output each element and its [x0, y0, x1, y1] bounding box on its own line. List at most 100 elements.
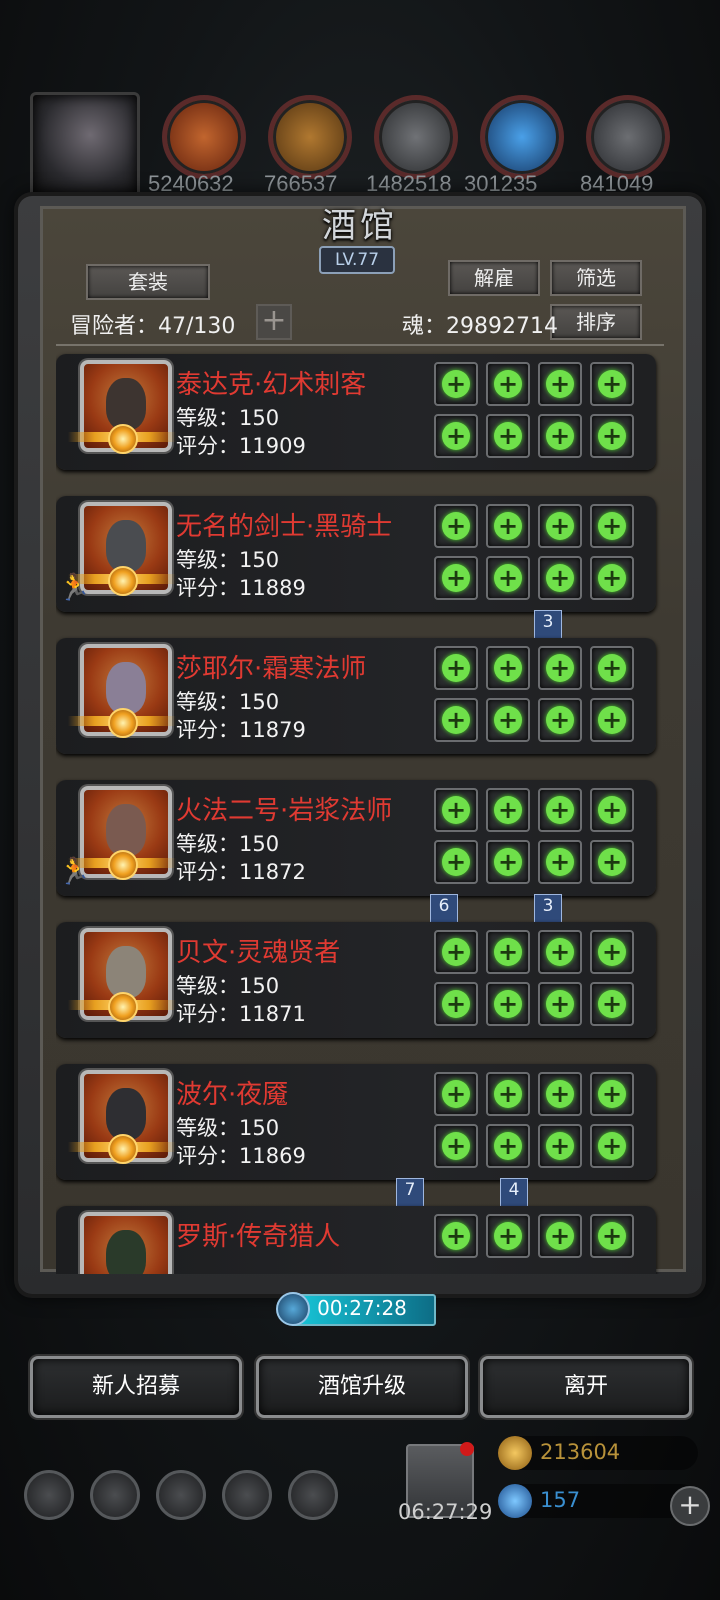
hero-list[interactable]: 泰达克·幻术刺客 等级：150 评分：11909 + + + + + + + +… — [56, 348, 664, 1274]
equip-slot[interactable]: + — [434, 362, 478, 406]
equip-slot[interactable]: + — [590, 1124, 634, 1168]
equip-slot[interactable]: + — [538, 1072, 582, 1116]
plus-icon: + — [546, 706, 574, 734]
settings-icon[interactable] — [24, 1470, 74, 1520]
filter-button[interactable]: 筛选 — [550, 260, 642, 296]
equip-slot[interactable]: + — [486, 1072, 530, 1116]
equip-slot[interactable]: + — [434, 930, 478, 974]
tavern-icon[interactable] — [156, 1470, 206, 1520]
plus-icon: + — [598, 512, 626, 540]
equip-slot[interactable]: + — [590, 982, 634, 1026]
equip-slot[interactable]: + — [434, 1214, 478, 1258]
plus-icon: + — [598, 1080, 626, 1108]
hero-score: 评分：11909 — [176, 434, 306, 458]
equip-slot[interactable]: + — [434, 556, 478, 600]
hero-card[interactable]: 泰达克·幻术刺客 等级：150 评分：11909 + + + + + + + + — [56, 354, 656, 470]
equip-slot[interactable]: + — [538, 414, 582, 458]
equip-slot[interactable]: + — [590, 362, 634, 406]
plus-icon: + — [442, 370, 470, 398]
hero-face — [106, 1230, 146, 1274]
equip-slot[interactable]: + — [590, 414, 634, 458]
equip-slot[interactable]: + — [538, 698, 582, 742]
equip-slot[interactable]: + — [434, 504, 478, 548]
resource-iron-icon — [374, 95, 458, 179]
resource-count: 1482518 — [366, 171, 452, 196]
equip-slot[interactable]: + — [538, 362, 582, 406]
equip-slot[interactable]: + — [590, 930, 634, 974]
hero-score: 评分：11889 — [176, 576, 306, 600]
equip-slot[interactable]: + — [486, 414, 530, 458]
add-currency-button[interactable]: + — [670, 1486, 710, 1526]
leave-button[interactable]: 离开 — [480, 1356, 692, 1418]
dismiss-button[interactable]: 解雇 — [448, 260, 540, 296]
hero-card[interactable]: 贝文·灵魂贤者 等级：150 评分：11871 + + + + + + + + — [56, 922, 656, 1038]
plus-icon: + — [546, 990, 574, 1018]
plus-icon: + — [598, 706, 626, 734]
mail-icon[interactable] — [222, 1470, 272, 1520]
equip-slot[interactable]: + — [486, 362, 530, 406]
gem-icon — [498, 1484, 532, 1518]
equip-slot[interactable]: + — [538, 1214, 582, 1258]
recruit-button[interactable]: 新人招募 — [30, 1356, 242, 1418]
equip-slot[interactable]: + — [538, 840, 582, 884]
rank-badge-icon — [108, 992, 138, 1022]
hero-score: 评分：11872 — [176, 860, 306, 884]
equip-slot[interactable]: + — [434, 1124, 478, 1168]
equip-slot[interactable]: + — [486, 698, 530, 742]
plus-icon: + — [494, 654, 522, 682]
star-icon[interactable] — [90, 1470, 140, 1520]
equip-slot[interactable]: + — [538, 788, 582, 832]
equip-slot[interactable]: + — [434, 788, 478, 832]
equip-slot[interactable]: + — [486, 1124, 530, 1168]
equip-slot[interactable]: + — [590, 556, 634, 600]
player-avatar[interactable] — [30, 92, 140, 198]
equip-slot[interactable]: + — [486, 1214, 530, 1258]
hero-card[interactable]: 🏃 无名的剑士·黑骑士 等级：150 评分：11889 + + + + + + … — [56, 496, 656, 612]
equip-slot[interactable]: + — [434, 646, 478, 690]
equip-slot[interactable]: + — [434, 840, 478, 884]
equip-slot[interactable]: + — [486, 646, 530, 690]
plus-icon: + — [598, 370, 626, 398]
equip-slot[interactable]: + — [538, 930, 582, 974]
sort-button[interactable]: 排序 — [550, 304, 642, 340]
equip-slot[interactable]: + — [590, 646, 634, 690]
equip-slot[interactable]: + — [538, 504, 582, 548]
equip-slot[interactable]: + — [590, 1072, 634, 1116]
hero-card[interactable]: 🏃 火法二号·岩浆法师 等级：150 评分：11872 + + + + + + … — [56, 780, 656, 896]
equip-slot[interactable]: + — [434, 1072, 478, 1116]
equip-slot[interactable]: + — [486, 930, 530, 974]
equip-slot[interactable]: + — [486, 504, 530, 548]
hero-name: 罗斯·传奇猎人 — [176, 1222, 341, 1252]
equip-slot[interactable]: + — [538, 982, 582, 1026]
plus-icon: + — [494, 422, 522, 450]
equip-slot[interactable]: + — [486, 788, 530, 832]
equip-slot[interactable]: + — [590, 840, 634, 884]
gear-icon[interactable] — [288, 1470, 338, 1520]
plus-icon: + — [442, 938, 470, 966]
equip-slot[interactable]: + — [538, 1124, 582, 1168]
add-capacity-button[interactable]: + — [256, 304, 292, 340]
upgrade-tavern-button[interactable]: 酒馆升级 — [256, 1356, 468, 1418]
equip-slot[interactable]: + — [538, 556, 582, 600]
resource-count: 5240632 — [148, 171, 234, 196]
set-button[interactable]: 套装 — [86, 264, 210, 300]
equip-slot[interactable]: + — [486, 840, 530, 884]
equip-slot[interactable]: + — [538, 646, 582, 690]
plus-icon: + — [546, 1222, 574, 1250]
equip-slot[interactable]: + — [486, 982, 530, 1026]
equip-slot[interactable]: + — [486, 556, 530, 600]
hero-name: 火法二号·岩浆法师 — [176, 796, 393, 826]
hero-card[interactable]: 波尔·夜魇 等级：150 评分：11869 + + + + + + + + — [56, 1064, 656, 1180]
rank-badge-icon — [108, 1134, 138, 1164]
equip-slot[interactable]: + — [590, 504, 634, 548]
equip-slot[interactable]: + — [434, 982, 478, 1026]
equip-slot[interactable]: + — [434, 414, 478, 458]
tavern-title: 酒馆 — [322, 206, 398, 246]
hero-card[interactable]: 莎耶尔·霜寒法师 等级：150 评分：11879 + + + + + + + + — [56, 638, 656, 754]
equip-slot[interactable]: + — [590, 1214, 634, 1258]
plus-icon: + — [494, 370, 522, 398]
equip-slot[interactable]: + — [434, 698, 478, 742]
equip-slot[interactable]: + — [590, 698, 634, 742]
equip-slot[interactable]: + — [590, 788, 634, 832]
hero-card[interactable]: 罗斯·传奇猎人 + + + + — [56, 1206, 656, 1274]
